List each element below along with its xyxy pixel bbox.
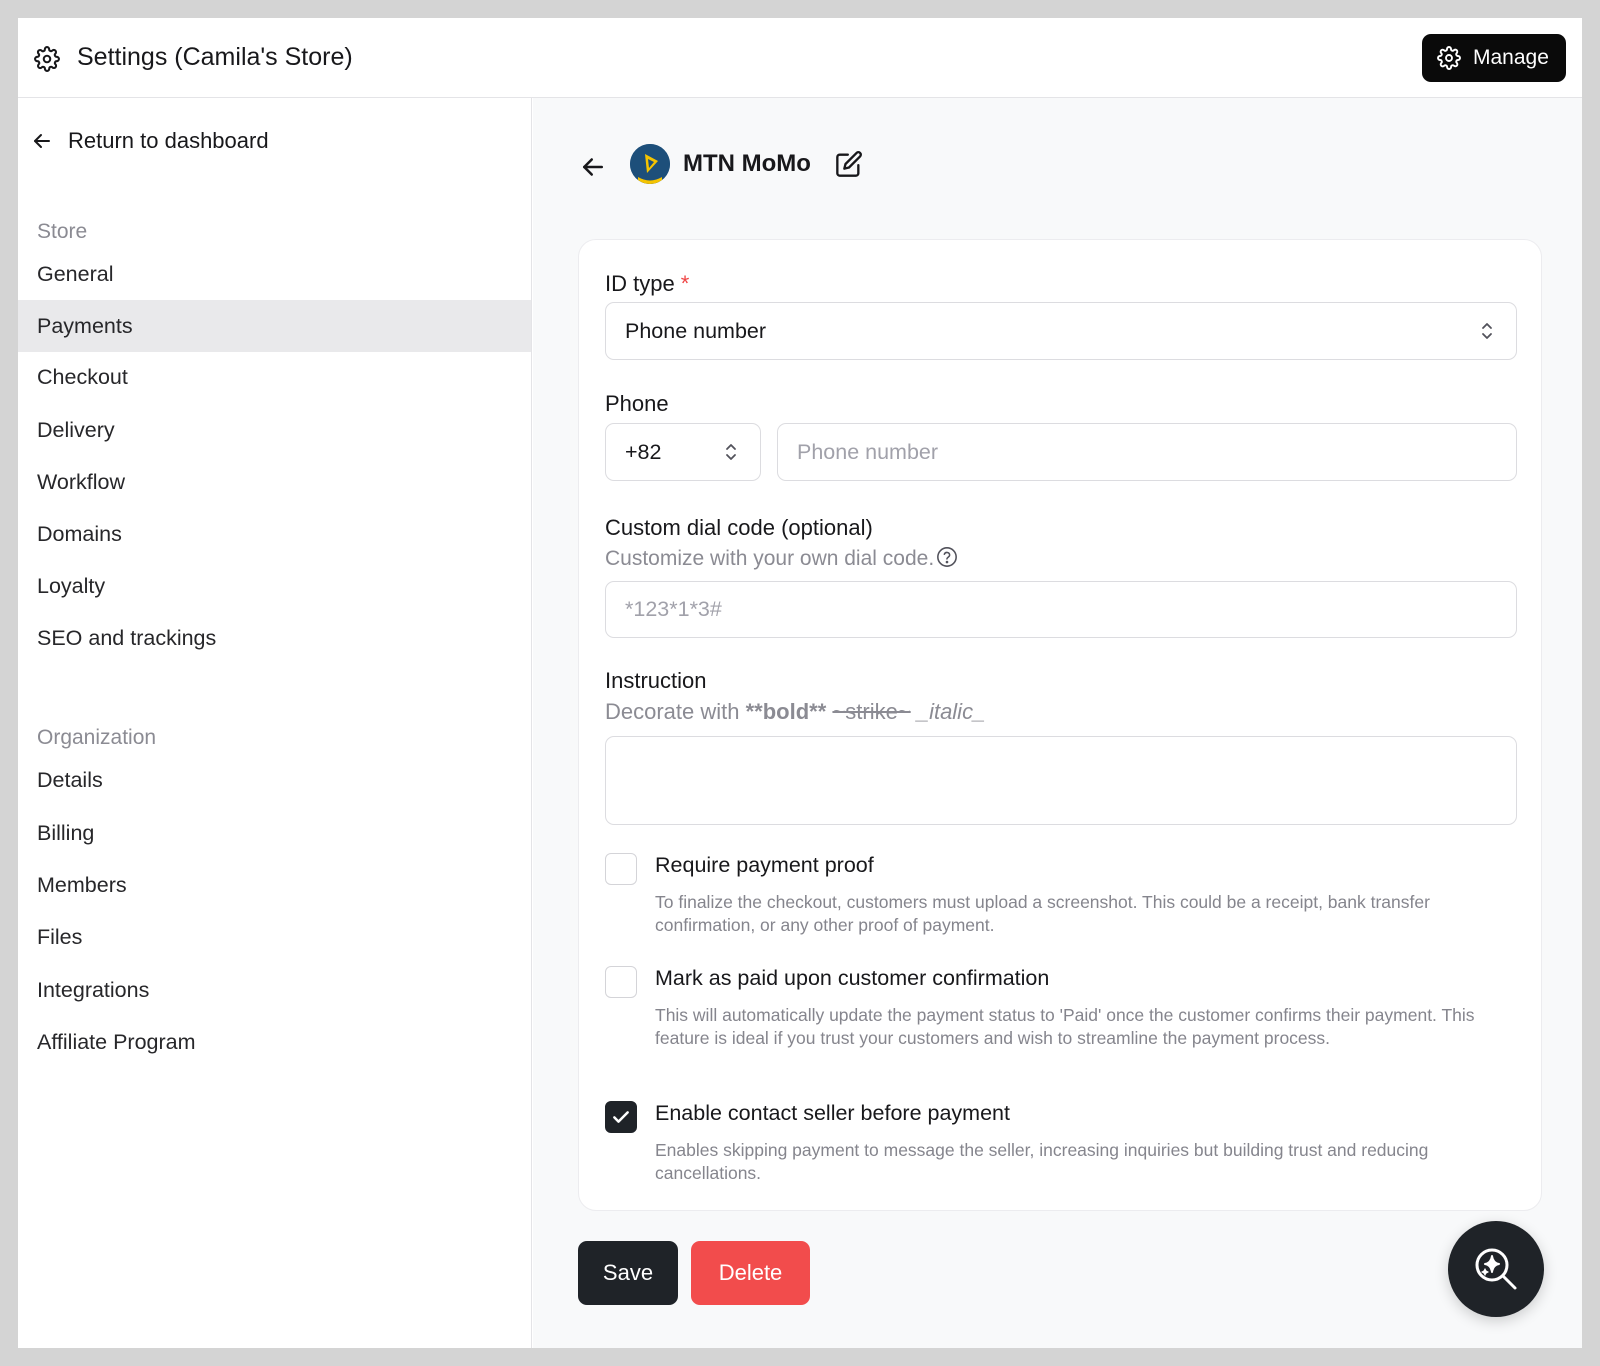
enable-contact-seller-checkbox[interactable] — [605, 1101, 637, 1133]
country-code-select[interactable]: +82 — [605, 423, 761, 481]
back-arrow-icon[interactable] — [578, 152, 608, 182]
sidebar-item-delivery[interactable]: Delivery — [18, 404, 531, 456]
enable-contact-seller-label: Enable contact seller before payment — [655, 1101, 1010, 1125]
chevron-up-down-icon — [1482, 323, 1492, 339]
section-label-store: Store — [37, 220, 88, 243]
sidebar-item-integrations[interactable]: Integrations — [18, 964, 531, 1016]
page-title: Settings (Camila's Store) — [77, 43, 353, 71]
chevron-up-down-icon — [726, 444, 736, 460]
require-payment-proof-checkbox[interactable] — [605, 853, 637, 885]
require-payment-proof-label: Require payment proof — [655, 853, 874, 877]
main-content: MTN MoMo ID type * Phone number Phone +82 — [533, 98, 1582, 1348]
id-type-select[interactable]: Phone number — [605, 302, 1517, 360]
sidebar-item-details[interactable]: Details — [18, 754, 531, 806]
settings-window: Settings (Camila's Store) Manage Return … — [18, 18, 1582, 1348]
custom-dial-code-label: Custom dial code (optional) — [605, 515, 873, 540]
sidebar: Return to dashboard Store General Paymen… — [18, 98, 532, 1348]
instruction-label: Instruction — [605, 668, 707, 693]
gear-icon — [1437, 46, 1461, 70]
help-circle-icon[interactable] — [936, 546, 958, 568]
checkmark-icon — [613, 1111, 629, 1123]
sparkle-search-icon — [1475, 1248, 1517, 1290]
provider-name: MTN MoMo — [683, 150, 811, 177]
id-type-label: ID type * — [605, 271, 690, 296]
sidebar-item-files[interactable]: Files — [18, 911, 531, 963]
require-payment-proof-description: To finalize the checkout, customers must… — [655, 892, 1430, 935]
sidebar-item-payments[interactable]: Payments — [18, 300, 531, 352]
gear-icon — [34, 46, 60, 72]
manage-label: Manage — [1473, 46, 1549, 69]
payment-method-form-card: ID type * Phone number Phone +82 Phone nu… — [578, 239, 1542, 1211]
phone-label: Phone — [605, 391, 669, 416]
section-label-organization: Organization — [37, 726, 157, 749]
sidebar-item-billing[interactable]: Billing — [18, 807, 531, 859]
enable-contact-seller-description: Enables skipping payment to message the … — [655, 1140, 1429, 1183]
sidebar-item-affiliate-program[interactable]: Affiliate Program — [18, 1016, 531, 1068]
mark-as-paid-checkbox[interactable] — [605, 966, 637, 998]
ai-search-fab[interactable] — [1448, 1221, 1544, 1317]
manage-button[interactable]: Manage — [1422, 34, 1566, 82]
return-to-dashboard-link[interactable]: Return to dashboard — [30, 128, 269, 154]
delete-button[interactable]: Delete — [691, 1241, 810, 1305]
sidebar-item-checkout[interactable]: Checkout — [18, 351, 531, 403]
option-enable-contact-seller: Enable contact seller before payment Ena… — [605, 1101, 1505, 1191]
top-header: Settings (Camila's Store) Manage — [18, 18, 1582, 98]
sidebar-item-workflow[interactable]: Workflow — [18, 456, 531, 508]
mtn-momo-logo — [630, 144, 670, 184]
required-mark: * — [680, 271, 690, 296]
custom-dial-code-hint: Customize with your own dial code. — [605, 546, 958, 571]
sidebar-item-members[interactable]: Members — [18, 859, 531, 911]
option-mark-as-paid: Mark as paid upon customer confirmation … — [605, 966, 1505, 1076]
sidebar-item-loyalty[interactable]: Loyalty — [18, 560, 531, 612]
save-button[interactable]: Save — [578, 1241, 678, 1305]
edit-icon[interactable] — [835, 150, 863, 178]
sidebar-item-seo-and-trackings[interactable]: SEO and trackings — [18, 612, 531, 664]
instruction-textarea[interactable] — [605, 736, 1517, 825]
custom-dial-code-input[interactable]: *123*1*3# — [605, 581, 1517, 638]
arrow-left-icon — [34, 134, 50, 148]
sidebar-item-general[interactable]: General — [18, 248, 531, 300]
return-label: Return to dashboard — [68, 128, 269, 153]
mark-as-paid-description: This will automatically update the payme… — [655, 1005, 1475, 1048]
option-require-payment-proof: Require payment proof To finalize the ch… — [605, 853, 1505, 943]
phone-number-input[interactable]: Phone number — [777, 423, 1517, 481]
instruction-hint: Decorate with **bold** ~strike~ _italic_ — [605, 699, 986, 724]
mark-as-paid-label: Mark as paid upon customer confirmation — [655, 966, 1050, 990]
sidebar-item-domains[interactable]: Domains — [18, 508, 531, 560]
